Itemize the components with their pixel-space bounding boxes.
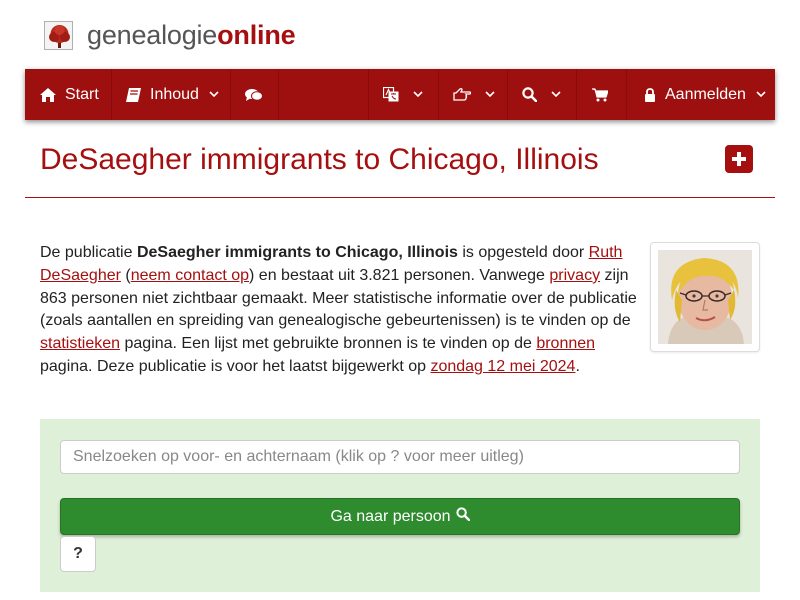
contact-link[interactable]: neem contact op [131,267,249,284]
book-icon [126,87,141,102]
privacy-link[interactable]: privacy [549,267,600,284]
chevron-down-icon [485,91,495,98]
home-icon [40,87,56,102]
author-avatar[interactable] [650,242,760,352]
go-to-person-label: Ga naar persoon [330,507,451,525]
go-to-person-button[interactable]: Ga naar persoon [60,498,740,535]
nav-login-label: Aanmelden [665,85,746,103]
cart-icon [592,87,608,102]
chevron-down-icon [413,91,423,98]
language-icon [383,87,399,102]
hand-pointer-icon [453,88,471,101]
intro-text: . [575,357,580,375]
intro-text: ( [120,266,131,284]
last-updated-link[interactable]: zondag 12 mei 2024 [430,358,575,375]
title-divider [25,197,775,198]
lock-icon [644,87,656,102]
intro-text: is opgesteld door [457,244,589,261]
publication-name: DeSaegher immigrants to Chicago, Illinoi… [136,244,458,261]
chevron-down-icon [209,91,219,98]
comments-icon [245,88,263,102]
nav-login[interactable]: Aanmelden [627,69,775,120]
nav-shop[interactable] [577,69,627,120]
nav-pointer[interactable] [439,69,508,120]
quick-search-input[interactable] [60,440,740,474]
nav-forum[interactable] [231,69,279,120]
tree-icon [44,20,73,50]
quick-search-panel: Ga naar persoon ? [40,419,760,592]
chevron-down-icon [551,91,561,98]
intro-text: pagina. Een lijst met gebruikte bronnen … [120,335,537,353]
nav-language[interactable] [369,69,439,120]
plus-square-icon[interactable] [725,145,753,173]
intro-text: De publicatie [40,244,137,261]
chevron-down-icon [756,91,766,98]
nav-inhoud[interactable]: Inhoud [112,69,231,120]
nav-inhoud-label: Inhoud [150,85,199,103]
nav-start-label: Start [65,85,99,103]
brand-name-part1: genealogie [87,20,218,50]
page-title: DeSaegher immigrants to Chicago, Illinoi… [40,143,599,176]
nav-start[interactable]: Start [25,69,112,120]
statistics-link[interactable]: statistieken [40,335,120,352]
main-navbar: Start Inhoud Aanmelden [25,69,775,120]
brand-name: genealogieonline [87,18,296,52]
intro-text: ) en bestaat uit 3.821 personen. Vanwege [249,266,550,284]
nav-search[interactable] [508,69,577,120]
search-icon [522,87,537,102]
search-help-button[interactable]: ? [60,536,96,572]
intro-text: pagina. Deze publicatie is voor het laat… [40,357,431,375]
search-icon [451,507,470,526]
nav-spacer [279,69,369,120]
brand[interactable]: genealogieonline [44,18,296,52]
publication-intro: De publicatie DeSaegher immigrants to Ch… [40,242,640,379]
sources-link[interactable]: bronnen [536,335,595,352]
brand-name-part2: online [217,20,296,50]
